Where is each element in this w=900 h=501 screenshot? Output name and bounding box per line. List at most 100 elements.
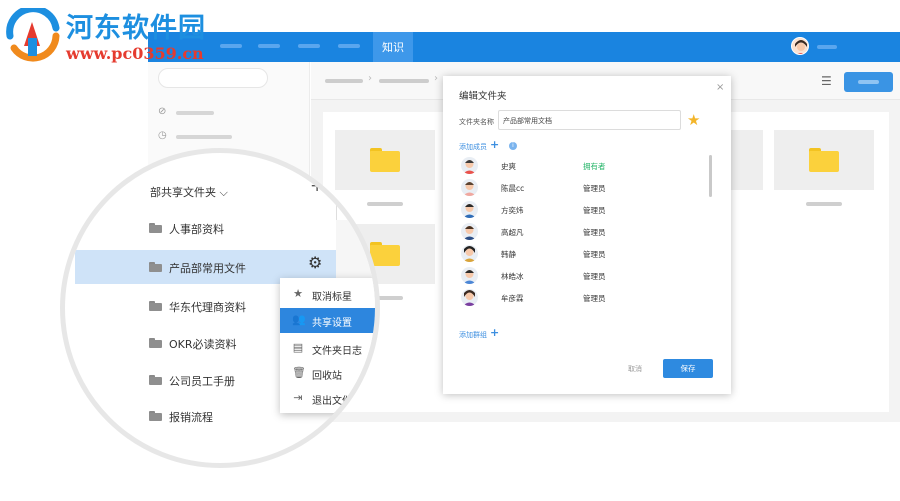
paperclip-icon: ⊘ [158,106,167,117]
user-avatar[interactable] [791,37,809,55]
watermark-logo-icon [6,8,60,62]
star-icon: ★ [293,287,303,300]
avatar [461,157,478,174]
menu-item-recycle-bin[interactable]: 🗑 回收站 [280,361,375,386]
nav-tab-knowledge[interactable]: 知识 [373,32,413,62]
cancel-button[interactable]: 取消 [628,364,642,374]
dialog-title: 编辑文件夹 [459,91,507,102]
member-row[interactable]: 林皓冰 管理员 [459,266,709,286]
member-role[interactable]: 管理员 [583,249,606,260]
member-role[interactable]: 拥有者 [583,161,606,172]
nav-item-placeholder[interactable] [258,44,280,48]
exit-icon: ⇥ [293,391,303,404]
member-name: 方奕炜 [501,206,524,215]
folder-item[interactable]: 人事部资料 [75,211,340,245]
watermark-url: www.pc0359.cn [66,44,204,63]
avatar [461,245,478,262]
member-role[interactable]: 管理员 [583,205,606,216]
folder-name-placeholder [806,202,842,206]
add-folder-plus-icon[interactable]: + [310,176,324,196]
member-row[interactable]: 韩静 管理员 [459,244,709,264]
folder-icon [149,262,162,272]
sidebar-item-attachments[interactable]: ⊘ [158,106,278,120]
folder-item-label: 报销流程 [169,411,213,424]
zoom-magnifier: 部共享文件夹 ⌵ + 人事部资料 产品部常用文件 ⚙ 华东代理商资料 OKR必读… [60,148,380,468]
member-list: 史爽 拥有者 陈晨cc 管理员 方奕炜 管理员 高超凡 管理员 韩静 管理员 林… [459,154,715,314]
breadcrumb-item[interactable] [379,79,429,83]
breadcrumb-item[interactable] [325,79,363,83]
save-button[interactable]: 保存 [663,359,713,378]
watermark-title: 河东软件园 [66,13,206,44]
member-role[interactable]: 管理员 [583,227,606,238]
search-input[interactable] [158,68,268,88]
add-group-plus-icon[interactable]: + [490,326,499,339]
menu-item-label: 共享设置 [312,318,352,329]
member-name: 林皓冰 [501,272,524,281]
folder-item-label: 华东代理商资料 [169,301,246,314]
avatar [461,289,478,306]
folder-item-label: 公司员工手册 [169,375,235,388]
add-member-plus-icon[interactable]: + [490,138,499,151]
menu-item-label: 取消标星 [312,292,352,303]
watermark: 河东软件园 www.pc0359.cn [0,0,210,70]
folder-name-label: 文件夹名称 [459,118,494,126]
context-menu: ★ 取消标星 👥 共享设置 ▤ 文件夹日志 🗑 回收站 ⇥ 退出文件夹 [280,278,375,413]
folder-item-label: 人事部资料 [169,223,224,236]
member-row[interactable]: 高超凡 管理员 [459,222,709,242]
users-icon: 👥 [292,313,306,326]
add-member-label[interactable]: 添加成员 [459,142,487,152]
member-row[interactable]: 史爽 拥有者 [459,156,709,176]
app-screenshot: 河东软件园 www.pc0359.cn 知识 ⊘ ◷ › › ☰ 编辑文件夹 ×… [0,0,900,501]
menu-item-folder-log[interactable]: ▤ 文件夹日志 [280,336,375,361]
gear-icon[interactable]: ⚙ [308,253,322,272]
member-name: 韩静 [501,250,516,259]
member-role[interactable]: 管理员 [583,183,606,194]
avatar [461,201,478,218]
user-name-placeholder[interactable] [817,45,837,49]
menu-item-label: 退出文件夹 [312,396,362,407]
folder-card[interactable] [774,130,874,206]
member-list-scrollbar[interactable] [709,155,712,197]
info-icon[interactable]: i [509,142,517,150]
folder-icon [149,411,162,421]
avatar-face-icon [792,38,808,54]
folder-item-label: OKR必读资料 [169,338,237,351]
member-row[interactable]: 牟彦霖 管理员 [459,288,709,308]
menu-item-exit-folder[interactable]: ⇥ 退出文件夹 [280,386,375,411]
menu-item-label: 回收站 [312,371,342,382]
close-icon[interactable]: × [716,82,724,93]
add-group-label[interactable]: 添加群组 [459,330,487,340]
log-icon: ▤ [292,341,304,354]
avatar [461,267,478,284]
menu-item-unstar[interactable]: ★ 取消标星 [280,282,375,307]
clock-icon: ◷ [158,130,167,141]
nav-item-placeholder[interactable] [220,44,242,48]
chevron-right-icon: › [368,73,372,84]
folder-icon [149,223,162,233]
member-role[interactable]: 管理员 [583,293,606,304]
member-role[interactable]: 管理员 [583,271,606,282]
chevron-right-icon: › [434,73,438,84]
member-row[interactable]: 陈晨cc 管理员 [459,178,709,198]
new-button[interactable] [844,72,893,92]
sidebar-item-recent[interactable]: ◷ [158,130,278,144]
sidebar-item-label-placeholder [176,135,232,139]
star-icon[interactable]: ★ [687,111,700,129]
nav-item-placeholder[interactable] [298,44,320,48]
sidebar-item-label-placeholder [176,111,214,115]
folder-item-label: 产品部常用文件 [169,262,246,275]
folder-name-input[interactable]: 产品部常用文档 [498,110,681,130]
member-name: 史爽 [501,162,516,171]
folder-icon [809,148,839,172]
member-name: 牟彦霖 [501,294,524,303]
shared-folders-header[interactable]: 部共享文件夹 ⌵ [150,184,228,200]
trash-icon: 🗑 [292,366,306,379]
member-row[interactable]: 方奕炜 管理员 [459,200,709,220]
list-view-icon[interactable]: ☰ [821,74,832,88]
nav-item-placeholder[interactable] [338,44,360,48]
folder-icon [149,301,162,311]
avatar [461,179,478,196]
avatar [461,223,478,240]
top-nav-bar: 知识 [148,32,900,62]
menu-item-share-settings[interactable]: 👥 共享设置 [280,308,375,333]
